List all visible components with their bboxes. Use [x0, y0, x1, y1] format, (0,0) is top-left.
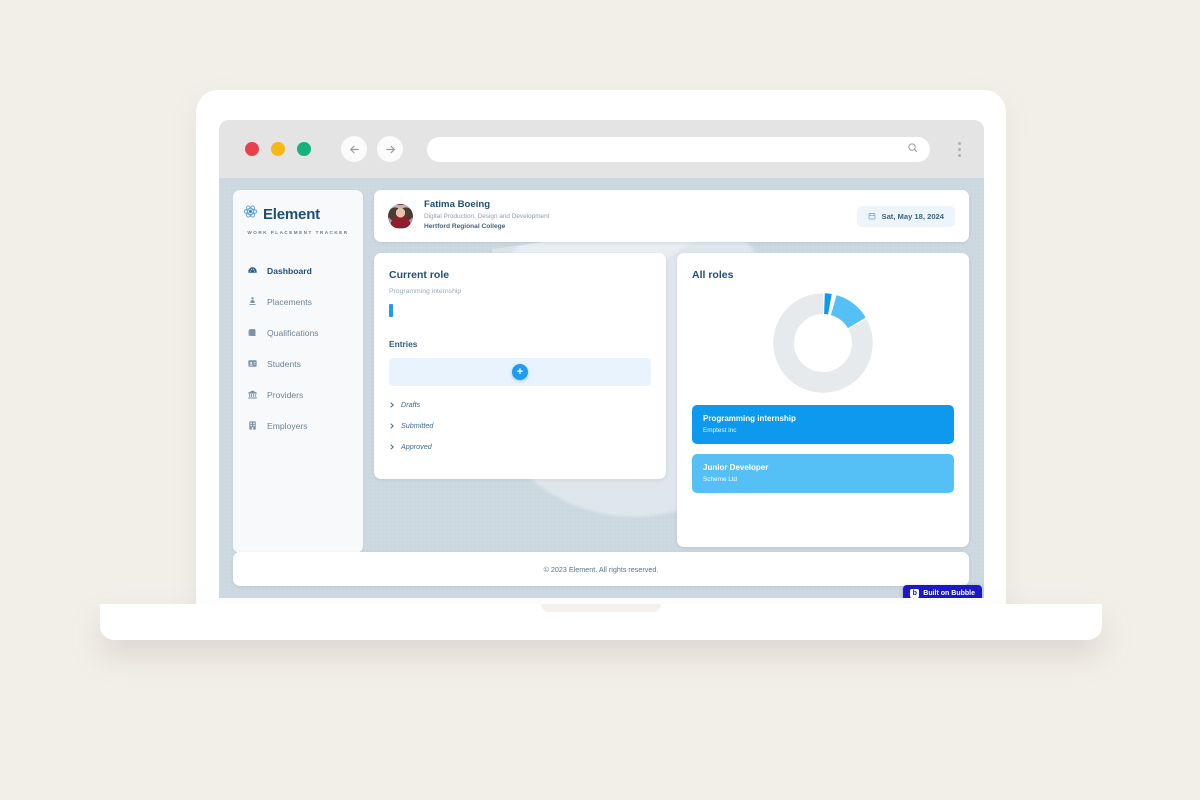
sidebar-item-label: Employers: [267, 420, 308, 431]
navigation-buttons: [341, 136, 403, 162]
content-row: Current role Programming internship Entr…: [374, 253, 969, 598]
entry-group-label: Drafts: [401, 400, 421, 409]
browser-window: Element WORK PLACEMENT TRACKER Dashboard: [219, 120, 984, 598]
scene: Element WORK PLACEMENT TRACKER Dashboard: [0, 0, 1200, 800]
roles-donut-chart: [692, 291, 954, 395]
sidebar-item-label: Students: [267, 358, 301, 369]
brand: Element WORK PLACEMENT TRACKER: [233, 204, 363, 235]
chevron-right-icon: [389, 402, 395, 408]
role-chip-company: Scheme Ltd: [703, 475, 738, 483]
sidebar-item-label: Providers: [267, 389, 304, 400]
close-window-button[interactable]: [245, 142, 259, 156]
user-course: Digital Production, Design and Developme…: [424, 213, 550, 221]
donut-svg: [773, 293, 873, 393]
role-chip-programming-internship[interactable]: Programming internship Emptest inc: [692, 405, 954, 444]
role-chip-company: Emptest inc: [703, 427, 737, 435]
arrow-left-icon: [349, 145, 359, 153]
sidebar-item-providers[interactable]: Providers: [233, 383, 363, 406]
maximize-window-button[interactable]: [297, 142, 311, 156]
sidebar: Element WORK PLACEMENT TRACKER Dashboard: [233, 190, 363, 553]
forward-button[interactable]: [377, 136, 403, 162]
sidebar-item-dashboard[interactable]: Dashboard: [233, 259, 363, 282]
brand-name: Element: [263, 205, 320, 223]
id-card-icon: [247, 358, 258, 369]
search-icon: [907, 140, 918, 158]
address-bar[interactable]: [427, 136, 930, 162]
page-viewport: Element WORK PLACEMENT TRACKER Dashboard: [219, 178, 984, 598]
entry-group-submitted[interactable]: Submitted: [389, 421, 651, 430]
role-chip-title: Junior Developer: [703, 462, 769, 472]
entry-groups: Drafts Submitted Approved: [389, 400, 651, 451]
footer: © 2023 Element. All rights reserved. b B…: [233, 552, 982, 598]
app-layout: Element WORK PLACEMENT TRACKER Dashboard: [219, 178, 984, 598]
current-role-column: Current role Programming internship Entr…: [374, 253, 666, 598]
avatar: [388, 203, 413, 229]
sidebar-item-placements[interactable]: Placements: [233, 290, 363, 313]
sidebar-item-qualifications[interactable]: Qualifications: [233, 321, 363, 344]
sidebar-item-label: Placements: [267, 296, 312, 307]
date-badge[interactable]: Sat, May 18, 2024: [856, 205, 955, 227]
arrow-right-icon: [385, 145, 395, 153]
bubble-logo-icon: b: [910, 589, 920, 598]
add-entry-button[interactable]: +: [512, 364, 528, 380]
current-role-progress-bar: [389, 304, 393, 317]
sidebar-item-students[interactable]: Students: [233, 352, 363, 375]
user-name: Fatima Boeing: [424, 199, 491, 211]
building-icon: [247, 420, 258, 431]
calendar-icon: [868, 212, 876, 220]
laptop-hinge: [118, 640, 1084, 654]
all-roles-column: All roles Programming internship Emptest…: [677, 253, 969, 598]
atom-icon: [243, 204, 258, 224]
role-chip-title: Programming internship: [703, 414, 796, 423]
book-icon: [247, 327, 258, 338]
donut-slice-junior-developer: [773, 293, 873, 393]
bank-icon: [247, 389, 258, 400]
window-controls: [245, 142, 311, 156]
brand-tagline: WORK PLACEMENT TRACKER: [247, 230, 349, 235]
sidebar-item-label: Qualifications: [267, 327, 319, 338]
chevron-right-icon: [389, 444, 395, 450]
role-chip-junior-developer[interactable]: Junior Developer Scheme Ltd: [692, 453, 954, 493]
kebab-menu-icon[interactable]: [950, 136, 968, 162]
browser-toolbar: [219, 120, 984, 178]
main-content: Fatima Boeing Digital Production, Design…: [374, 190, 969, 598]
entry-group-drafts[interactable]: Drafts: [389, 400, 651, 409]
footer-copyright: © 2023 Element. All rights reserved.: [543, 564, 659, 574]
user-header-card: Fatima Boeing Digital Production, Design…: [374, 190, 969, 242]
brand-row: Element: [243, 204, 353, 224]
placement-pin-icon: [247, 296, 258, 307]
current-role-title: Current role: [389, 269, 450, 281]
built-on-bubble-label: Built on Bubble: [923, 590, 975, 597]
dashboard-gauge-icon: [247, 265, 258, 276]
current-role-card: Current role Programming internship Entr…: [374, 253, 666, 479]
laptop-base: [100, 604, 1102, 640]
chevron-right-icon: [389, 423, 395, 429]
all-roles-title: All roles: [692, 269, 734, 281]
sidebar-item-employers[interactable]: Employers: [233, 414, 363, 437]
date-badge-label: Sat, May 18, 2024: [881, 211, 944, 221]
user-meta: Fatima Boeing Digital Production, Design…: [424, 199, 549, 232]
sidebar-item-label: Dashboard: [267, 265, 312, 276]
built-on-bubble-badge[interactable]: b Built on Bubble: [903, 585, 982, 598]
entries-label: Entries: [389, 339, 418, 349]
entries-dropzone[interactable]: +: [389, 358, 651, 386]
user-college: Hertford Regional College: [424, 223, 506, 231]
all-roles-card: All roles Programming internship Emptest…: [677, 253, 969, 547]
entry-group-approved[interactable]: Approved: [389, 442, 651, 451]
back-button[interactable]: [341, 136, 367, 162]
current-role-name: Programming internship: [389, 288, 462, 295]
entry-group-label: Approved: [401, 442, 432, 451]
sidebar-nav: Dashboard Placements Qualifications Stud…: [233, 259, 363, 437]
entry-group-label: Submitted: [401, 421, 434, 430]
minimize-window-button[interactable]: [271, 142, 285, 156]
